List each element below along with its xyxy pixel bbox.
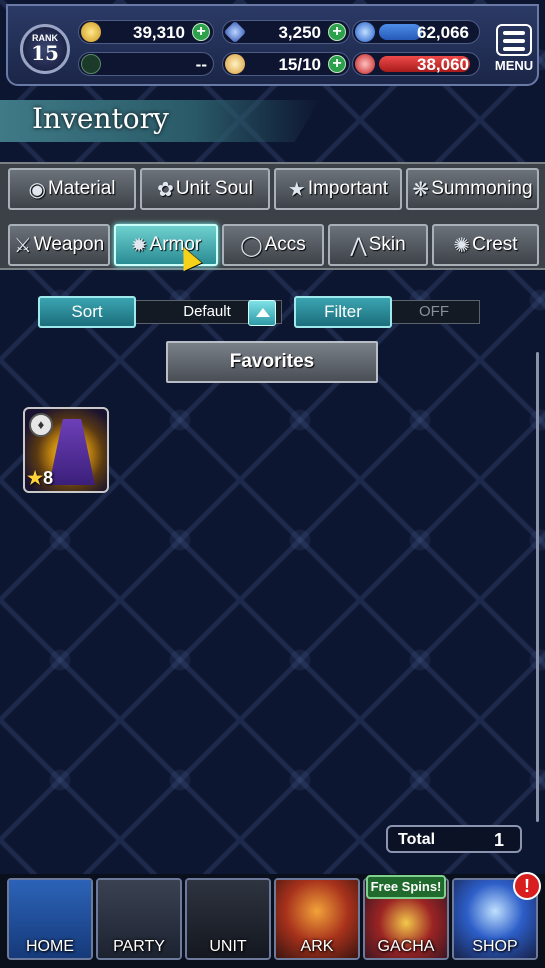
page-title-banner: Inventory [0, 100, 320, 142]
tab-crest[interactable]: ✺ Crest [432, 224, 539, 266]
tab-weapon[interactable]: ⚔ Weapon [8, 224, 110, 266]
sword-circle-icon [81, 54, 101, 74]
nav-home-label: HOME [26, 938, 74, 955]
tab-accs[interactable]: ◯ Accs [222, 224, 324, 266]
filter-value[interactable]: OFF [388, 300, 480, 324]
page-title: Inventory [32, 102, 169, 135]
hamburger-icon [496, 24, 532, 56]
blue-gauge: 62,066 [352, 20, 480, 44]
rank-badge[interactable]: RANK 15 [20, 24, 70, 74]
tab-summoning[interactable]: ❋ Summoning [406, 168, 539, 210]
armor-icon: ✹ [130, 234, 148, 257]
tab-skin-label: Skin [368, 234, 406, 255]
tab-unit-soul[interactable]: ✿ Unit Soul [140, 168, 270, 210]
tab-summoning-label: Summoning [431, 178, 533, 199]
nav-unit[interactable]: UNIT [185, 878, 271, 960]
inventory-item[interactable]: ♦ ★8 [23, 407, 109, 493]
gil-value: 39,310 [133, 23, 185, 42]
tab-material[interactable]: ◉ Material [8, 168, 136, 210]
crest-icon: ✺ [453, 234, 471, 257]
blue-gauge-value: 62,066 [417, 23, 469, 42]
category-tabs: ◉ Material ✿ Unit Soul ★ Important ❋ Sum… [0, 162, 545, 270]
lapis-crystal-icon [223, 20, 247, 44]
nav-ark[interactable]: ARK [274, 878, 360, 960]
armor-type-icon: ♦ [29, 413, 53, 437]
total-value: 1 [493, 830, 504, 850]
item-rarity: ★8 [27, 468, 54, 488]
shop-alert-badge: ! [513, 872, 541, 900]
lapis-counter: 3,250 + [222, 20, 350, 44]
item-rarity-value: 8 [43, 468, 54, 488]
scrollbar[interactable] [536, 352, 539, 822]
sort-button[interactable]: Sort [38, 296, 136, 328]
tab-crest-label: Crest [472, 234, 518, 255]
nav-shop-label: SHOP [472, 938, 518, 955]
add-lapis-button[interactable]: + [328, 23, 346, 41]
rank-value: 15 [31, 41, 59, 65]
nav-party[interactable]: PARTY [96, 878, 182, 960]
soul-icon: ✿ [157, 178, 174, 201]
sort-control: Default Sort [38, 296, 282, 328]
total-counter: Total 1 [386, 825, 522, 853]
bottom-navigation: HOME PARTY UNIT ARK GACHA SHOP [0, 874, 545, 968]
filter-button[interactable]: Filter [294, 296, 392, 328]
summon-icon: ❋ [412, 178, 430, 201]
hanger-icon: ⋀ [350, 234, 367, 257]
menu-button[interactable]: MENU [490, 24, 538, 82]
tab-armor[interactable]: ✹ Armor [114, 224, 218, 266]
free-spins-badge: Free Spins! [366, 875, 446, 899]
red-gauge-value: 38,060 [417, 55, 469, 74]
blue-gauge-fill [379, 24, 422, 40]
tab-important[interactable]: ★ Important [274, 168, 402, 210]
energy-icon [225, 54, 245, 74]
nav-unit-label: UNIT [209, 938, 247, 955]
blue-orb-icon [355, 22, 375, 42]
energy-value: 15/10 [278, 55, 321, 74]
tab-important-label: Important [307, 178, 389, 199]
sword-icon: ⚔ [13, 234, 32, 257]
lapis-value: 3,250 [278, 23, 321, 42]
unlock-counter: -- [78, 52, 214, 76]
nav-home[interactable]: HOME [7, 878, 93, 960]
armor-robe-icon [49, 419, 95, 485]
red-orb-icon [355, 54, 375, 74]
unlock-value: -- [195, 55, 207, 74]
tab-unit-soul-label: Unit Soul [175, 178, 253, 199]
tab-skin[interactable]: ⋀ Skin [328, 224, 428, 266]
nav-ark-label: ARK [300, 938, 334, 955]
gil-coin-icon [81, 22, 101, 42]
favorites-button[interactable]: Favorites [166, 341, 378, 383]
gil-counter: 39,310 + [78, 20, 214, 44]
star-icon: ★ [287, 178, 306, 201]
tab-weapon-label: Weapon [33, 234, 105, 255]
nav-gacha-label: GACHA [377, 938, 435, 955]
menu-label: MENU [494, 58, 534, 73]
tab-accs-label: Accs [264, 234, 306, 255]
ring-icon: ◯ [240, 234, 263, 257]
bag-icon: ◉ [28, 178, 46, 201]
top-status-bar: RANK 15 39,310 + 3,250 + 62,066 -- 15/10… [6, 4, 539, 86]
filter-control: OFF Filter [294, 296, 482, 328]
tab-material-label: Material [47, 178, 116, 199]
energy-counter: 15/10 + [222, 52, 350, 76]
add-gil-button[interactable]: + [192, 23, 210, 41]
nav-party-label: PARTY [113, 938, 165, 955]
add-energy-button[interactable]: + [328, 55, 346, 73]
total-label: Total [398, 831, 436, 848]
red-gauge: 38,060 [352, 52, 480, 76]
sort-order-toggle-icon[interactable] [248, 300, 276, 326]
